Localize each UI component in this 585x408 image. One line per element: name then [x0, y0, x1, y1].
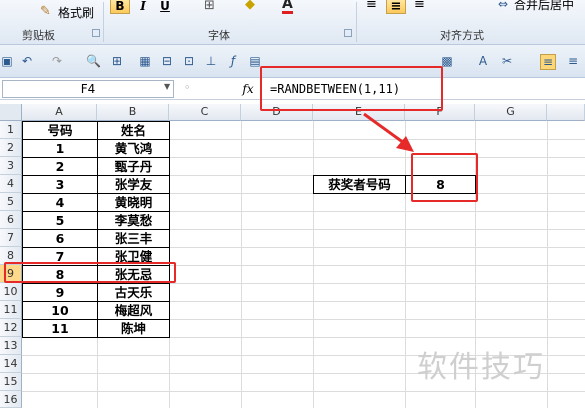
- borders-icon[interactable]: ⊞: [110, 54, 124, 68]
- column-header-a[interactable]: A: [22, 104, 97, 121]
- merge-center-button[interactable]: 合并后居中: [514, 0, 574, 13]
- row-header-14[interactable]: 14: [0, 355, 22, 373]
- column-header-c[interactable]: C: [169, 104, 241, 121]
- table-row-number[interactable]: 9: [22, 283, 98, 302]
- align-left-icon[interactable]: ≡: [366, 0, 377, 12]
- row-header-12[interactable]: 12: [0, 319, 22, 337]
- font-launcher-icon[interactable]: [344, 29, 352, 37]
- align-center-icon[interactable]: ≡: [540, 54, 556, 70]
- formula-highlight-box: [260, 66, 443, 111]
- underline-button[interactable]: U: [156, 0, 174, 14]
- table-row-number[interactable]: 5: [22, 211, 98, 230]
- row-header-4[interactable]: 4: [0, 175, 22, 193]
- undo-icon[interactable]: ↶: [20, 54, 34, 68]
- insert-column-icon[interactable]: ⊡: [182, 54, 196, 68]
- function-icon[interactable]: ƒ: [226, 54, 240, 68]
- name-box[interactable]: F4: [2, 80, 174, 98]
- table-row-name[interactable]: 李莫愁: [97, 211, 170, 230]
- column-header-g[interactable]: G: [475, 104, 547, 121]
- table-row-number[interactable]: 1: [22, 139, 98, 158]
- table-row-number[interactable]: 2: [22, 157, 98, 176]
- row-header-3[interactable]: 3: [0, 157, 22, 175]
- borders-icon[interactable]: ⊞: [204, 0, 215, 13]
- table-icon[interactable]: ▦: [138, 54, 152, 68]
- table-row-number[interactable]: 3: [22, 175, 98, 194]
- print-preview-icon[interactable]: 🔍: [86, 54, 101, 68]
- align-right-icon[interactable]: ≡: [414, 0, 425, 12]
- table-row-name[interactable]: 张学友: [97, 175, 170, 194]
- table-row-name[interactable]: 古天乐: [97, 283, 170, 302]
- ribbon: ✎ 格式刷 B I U ⊞ ◆ A ≡ ≡ ≡ ⇔ 合并后居中 剪贴板 字体 对…: [0, 0, 585, 45]
- ribbon-separator: [356, 2, 357, 42]
- winner-highlight-box: [411, 153, 478, 202]
- row-highlight-box: [4, 262, 176, 283]
- align-center-button[interactable]: ≡: [386, 0, 406, 14]
- font-color-icon[interactable]: A: [282, 0, 293, 14]
- format-painter-icon[interactable]: ✎: [40, 4, 51, 19]
- table-header-name[interactable]: 姓名: [97, 121, 170, 140]
- row-header-11[interactable]: 11: [0, 301, 22, 319]
- table-row-name[interactable]: 黄晓明: [97, 193, 170, 212]
- row-header-10[interactable]: 10: [0, 283, 22, 301]
- bold-button[interactable]: B: [110, 0, 130, 14]
- row-header-15[interactable]: 15: [0, 373, 22, 391]
- alignment-group-label: 对齐方式: [440, 29, 484, 42]
- winner-label-cell[interactable]: 获奖者号码: [313, 175, 406, 194]
- gridline: [22, 391, 585, 392]
- row-header-1[interactable]: 1: [0, 121, 22, 139]
- table-row-name[interactable]: 陈坤: [97, 319, 170, 338]
- save-icon[interactable]: ▣: [0, 54, 14, 68]
- row-header-7[interactable]: 7: [0, 229, 22, 247]
- table-header-number[interactable]: 号码: [22, 121, 98, 140]
- row-header-16[interactable]: 16: [0, 391, 22, 408]
- row-header-2[interactable]: 2: [0, 139, 22, 157]
- table-row-number[interactable]: 4: [22, 193, 98, 212]
- table-row-name[interactable]: 甄子丹: [97, 157, 170, 176]
- row-header-6[interactable]: 6: [0, 211, 22, 229]
- column-header-b[interactable]: B: [97, 104, 169, 121]
- font-size-icon[interactable]: A: [476, 54, 490, 68]
- watermark: 软件技巧: [417, 350, 545, 385]
- clipboard-group-label: 剪贴板: [22, 29, 55, 42]
- formula-bar-splitter-icon[interactable]: ◦: [184, 81, 191, 94]
- redo-icon[interactable]: ↷: [50, 54, 64, 68]
- clipboard-launcher-icon[interactable]: [92, 29, 100, 37]
- merge-center-icon[interactable]: ⇔: [498, 0, 508, 11]
- italic-button[interactable]: I: [134, 0, 152, 14]
- arrow-icon: [363, 112, 414, 152]
- table-row-number[interactable]: 6: [22, 229, 98, 248]
- select-all-corner[interactable]: [0, 104, 22, 121]
- name-box-dropdown-icon[interactable]: ▼: [164, 82, 170, 91]
- insert-row-icon[interactable]: ⊟: [160, 54, 174, 68]
- row-header-5[interactable]: 5: [0, 193, 22, 211]
- align-right-icon[interactable]: ≡: [566, 54, 580, 68]
- font-group-label: 字体: [208, 29, 230, 42]
- format-painter-button[interactable]: 格式刷: [58, 4, 94, 21]
- column-header-h[interactable]: [547, 104, 585, 121]
- table-row-number[interactable]: 10: [22, 301, 98, 320]
- cut-icon[interactable]: ✂: [500, 54, 514, 68]
- fill-color-icon[interactable]: ◆: [245, 0, 255, 12]
- ribbon-separator: [103, 2, 104, 42]
- table-row-number[interactable]: 11: [22, 319, 98, 338]
- row-header-13[interactable]: 13: [0, 337, 22, 355]
- filter-icon[interactable]: ⊥: [204, 54, 218, 68]
- table-row-name[interactable]: 梅超风: [97, 301, 170, 320]
- table-row-name[interactable]: 黄飞鸿: [97, 139, 170, 158]
- insert-function-icon[interactable]: fx: [240, 80, 256, 98]
- table-row-name[interactable]: 张三丰: [97, 229, 170, 248]
